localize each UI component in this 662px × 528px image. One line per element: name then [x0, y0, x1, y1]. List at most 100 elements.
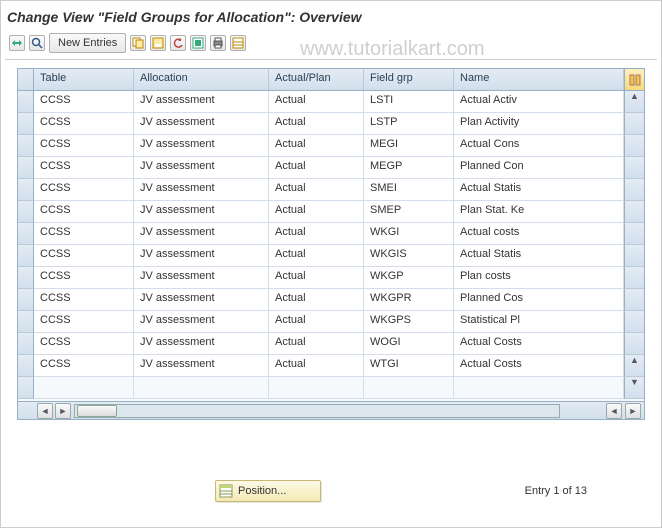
cell-allocation[interactable]: JV assessment	[134, 245, 269, 267]
cell-name[interactable]: Actual Costs	[454, 333, 624, 355]
cell-allocation[interactable]: JV assessment	[134, 223, 269, 245]
cell-actual-plan[interactable]: Actual	[269, 289, 364, 311]
cell-name[interactable]: Statistical Pl	[454, 311, 624, 333]
select-all-column[interactable]	[18, 69, 34, 90]
scroll-right2-icon[interactable]: ►	[625, 403, 641, 419]
cell-actual-plan[interactable]: Actual	[269, 311, 364, 333]
col-actual-plan[interactable]: Actual/Plan	[269, 69, 364, 90]
cell-table[interactable]: CCSS	[34, 223, 134, 245]
cell-actual-plan[interactable]: Actual	[269, 135, 364, 157]
cell-actual-plan[interactable]: Actual	[269, 91, 364, 113]
cell-name[interactable]: Actual Activ	[454, 91, 624, 113]
cell-table[interactable]: CCSS	[34, 311, 134, 333]
cell-actual-plan[interactable]: Actual	[269, 157, 364, 179]
select-block-icon[interactable]	[230, 35, 246, 51]
scroll-left2-icon[interactable]: ◄	[606, 403, 622, 419]
cell-name[interactable]: Actual Cons	[454, 135, 624, 157]
cell-field-grp[interactable]: SMEI	[364, 179, 454, 201]
row-selector[interactable]	[18, 333, 34, 355]
cell-field-grp[interactable]: WKGIS	[364, 245, 454, 267]
cell-name[interactable]: Actual costs	[454, 223, 624, 245]
cell-table[interactable]: CCSS	[34, 333, 134, 355]
cell-actual-plan[interactable]: Actual	[269, 245, 364, 267]
position-button[interactable]: Position...	[215, 480, 321, 502]
row-selector[interactable]	[18, 135, 34, 157]
row-selector[interactable]	[18, 91, 34, 113]
cell-allocation[interactable]: JV assessment	[134, 355, 269, 377]
cell-actual-plan[interactable]: Actual	[269, 333, 364, 355]
hscroll-track[interactable]	[74, 404, 560, 418]
row-selector[interactable]	[18, 289, 34, 311]
copy-icon[interactable]	[130, 35, 146, 51]
cell-table[interactable]: CCSS	[34, 113, 134, 135]
cell-name[interactable]: Plan costs	[454, 267, 624, 289]
cell-name[interactable]: Actual Costs	[454, 355, 624, 377]
select-all-icon[interactable]	[190, 35, 206, 51]
cell-field-grp[interactable]: WOGI	[364, 333, 454, 355]
cell-table[interactable]: CCSS	[34, 267, 134, 289]
col-name[interactable]: Name	[454, 69, 624, 90]
cell-field-grp[interactable]: LSTI	[364, 91, 454, 113]
cell-table[interactable]: CCSS	[34, 135, 134, 157]
row-selector[interactable]	[18, 311, 34, 333]
cell-allocation[interactable]: JV assessment	[134, 333, 269, 355]
cell-actual-plan[interactable]: Actual	[269, 113, 364, 135]
cell-name[interactable]: Plan Activity	[454, 113, 624, 135]
row-selector[interactable]	[18, 245, 34, 267]
scroll-right-icon[interactable]: ►	[55, 403, 71, 419]
cell-name[interactable]: Planned Cos	[454, 289, 624, 311]
cell-allocation[interactable]: JV assessment	[134, 113, 269, 135]
cell-field-grp[interactable]: SMEP	[364, 201, 454, 223]
cell-actual-plan[interactable]: Actual	[269, 179, 364, 201]
cell-field-grp[interactable]: WTGI	[364, 355, 454, 377]
cell-field-grp[interactable]: LSTP	[364, 113, 454, 135]
cell-field-grp[interactable]: WKGPS	[364, 311, 454, 333]
row-selector[interactable]	[18, 377, 34, 399]
cell-name[interactable]: Plan Stat. Ke	[454, 201, 624, 223]
cell-allocation[interactable]: JV assessment	[134, 311, 269, 333]
cell-table[interactable]: CCSS	[34, 91, 134, 113]
expand-icon[interactable]	[29, 35, 45, 51]
cell-actual-plan[interactable]: Actual	[269, 223, 364, 245]
cell-actual-plan[interactable]: Actual	[269, 201, 364, 223]
row-selector[interactable]	[18, 267, 34, 289]
cell-name[interactable]: Planned Con	[454, 157, 624, 179]
cell-actual-plan[interactable]: Actual	[269, 267, 364, 289]
cell-field-grp[interactable]: WKGPR	[364, 289, 454, 311]
cell-table[interactable]: CCSS	[34, 245, 134, 267]
cell-allocation[interactable]: JV assessment	[134, 289, 269, 311]
row-selector[interactable]	[18, 179, 34, 201]
cell-allocation[interactable]: JV assessment	[134, 157, 269, 179]
undo-icon[interactable]	[170, 35, 186, 51]
row-selector[interactable]	[18, 223, 34, 245]
toggle-display-icon[interactable]	[9, 35, 25, 51]
cell-allocation[interactable]: JV assessment	[134, 135, 269, 157]
col-allocation[interactable]: Allocation	[134, 69, 269, 90]
save-variant-icon[interactable]	[150, 35, 166, 51]
cell-allocation[interactable]: JV assessment	[134, 91, 269, 113]
scroll-left-icon[interactable]: ◄	[37, 403, 53, 419]
cell-table[interactable]: CCSS	[34, 157, 134, 179]
cell-table[interactable]: CCSS	[34, 355, 134, 377]
cell-field-grp[interactable]: WKGI	[364, 223, 454, 245]
cell-field-grp[interactable]: WKGP	[364, 267, 454, 289]
row-selector[interactable]	[18, 157, 34, 179]
cell-name[interactable]: Actual Statis	[454, 179, 624, 201]
cell-table[interactable]: CCSS	[34, 179, 134, 201]
row-selector[interactable]	[18, 201, 34, 223]
cell-name[interactable]: Actual Statis	[454, 245, 624, 267]
col-field-grp[interactable]: Field grp	[364, 69, 454, 90]
new-entries-button[interactable]: New Entries	[49, 33, 126, 53]
cell-allocation[interactable]: JV assessment	[134, 267, 269, 289]
cell-table[interactable]: CCSS	[34, 201, 134, 223]
cell-field-grp[interactable]: MEGP	[364, 157, 454, 179]
cell-allocation[interactable]: JV assessment	[134, 179, 269, 201]
cell-table[interactable]: CCSS	[34, 289, 134, 311]
configure-columns-icon[interactable]	[624, 69, 644, 90]
hscroll-thumb[interactable]	[77, 405, 117, 417]
cell-field-grp[interactable]: MEGI	[364, 135, 454, 157]
print-icon[interactable]	[210, 35, 226, 51]
cell-allocation[interactable]: JV assessment	[134, 201, 269, 223]
row-selector[interactable]	[18, 355, 34, 377]
row-selector[interactable]	[18, 113, 34, 135]
